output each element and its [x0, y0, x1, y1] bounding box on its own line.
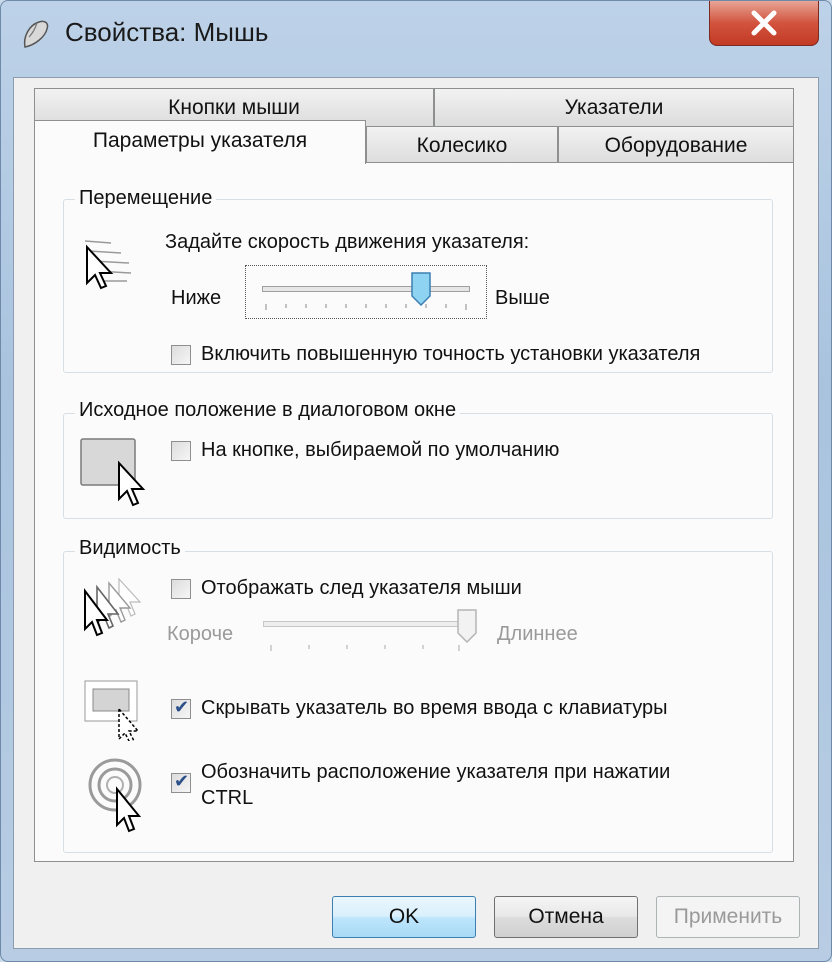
- tab-label: Параметры указателя: [92, 129, 308, 152]
- show-location-label-ctrl[interactable]: CTRL: [201, 787, 253, 810]
- speed-label: Задайте скорость движения указателя:: [165, 231, 530, 253]
- trail-long-label: Длиннее: [497, 623, 578, 645]
- dialog-body: Кнопки мыши Указатели Параметры указател…: [13, 77, 819, 949]
- motion-legend: Перемещение: [75, 187, 217, 210]
- snap-group: [63, 413, 773, 519]
- visibility-legend: Видимость: [75, 537, 185, 560]
- speed-slider-ticks: [265, 304, 467, 310]
- trail-short-label: Короче: [167, 623, 234, 645]
- precision-checkbox[interactable]: [171, 345, 191, 365]
- speed-slow-label: Ниже: [171, 287, 222, 309]
- pointer-trails-icon: [84, 577, 142, 637]
- trail-length-slider[interactable]: [261, 609, 481, 653]
- tab-panel: Перемещение Задайте скорость движения ук…: [34, 162, 794, 862]
- tab-label: Оборудование: [604, 134, 748, 157]
- snap-checkbox[interactable]: [171, 441, 191, 461]
- trail-slider-ticks: [270, 645, 460, 651]
- mouse-properties-window: Свойства: Мышь Кнопки мыши Указатели Пар…: [0, 0, 832, 962]
- snap-legend: Исходное положение в диалоговом окне: [75, 399, 461, 422]
- trail-slider-track: [263, 621, 469, 627]
- tab-label: Колесико: [416, 134, 508, 157]
- tab-pointer-options[interactable]: Параметры указателя: [34, 120, 366, 164]
- cancel-button[interactable]: Отмена: [494, 896, 638, 938]
- speed-slider[interactable]: [245, 265, 487, 319]
- speed-slider-track: [262, 286, 470, 292]
- show-location-checkbox[interactable]: [171, 771, 191, 793]
- apply-button[interactable]: Применить: [656, 896, 800, 938]
- ok-button[interactable]: OK: [332, 896, 476, 938]
- snap-label[interactable]: На кнопке, выбираемой по умолчанию: [201, 439, 559, 462]
- tab-pointers[interactable]: Указатели: [434, 88, 794, 126]
- tab-label: Кнопки мыши: [168, 96, 300, 119]
- window-title: Свойства: Мышь: [65, 17, 269, 47]
- hide-while-typing-label[interactable]: Скрывать указатель во время ввода с клав…: [201, 697, 668, 720]
- trails-checkbox[interactable]: [171, 579, 191, 599]
- tab-wheel[interactable]: Колесико: [366, 126, 558, 164]
- hide-while-typing-icon: [84, 680, 140, 741]
- tab-label: Указатели: [564, 96, 664, 119]
- speed-slider-thumb[interactable]: [410, 272, 431, 307]
- show-location-icon: [88, 758, 142, 833]
- close-icon: [751, 10, 777, 36]
- snap-to-default-icon: [80, 438, 146, 507]
- show-location-label[interactable]: Обозначить расположение указателя при на…: [201, 761, 670, 784]
- hide-while-typing-checkbox[interactable]: [171, 697, 191, 719]
- mouse-icon: [23, 20, 49, 48]
- speed-fast-label: Выше: [495, 287, 550, 309]
- close-button[interactable]: [709, 1, 819, 46]
- title-bar[interactable]: Свойства: Мышь: [1, 1, 831, 67]
- trails-label[interactable]: Отображать след указателя мыши: [201, 577, 522, 600]
- trail-slider-thumb[interactable]: [457, 609, 477, 644]
- precision-label[interactable]: Включить повышенную точность установки у…: [201, 343, 700, 366]
- pointer-speed-icon: [84, 240, 132, 290]
- tab-hardware[interactable]: Оборудование: [558, 126, 794, 164]
